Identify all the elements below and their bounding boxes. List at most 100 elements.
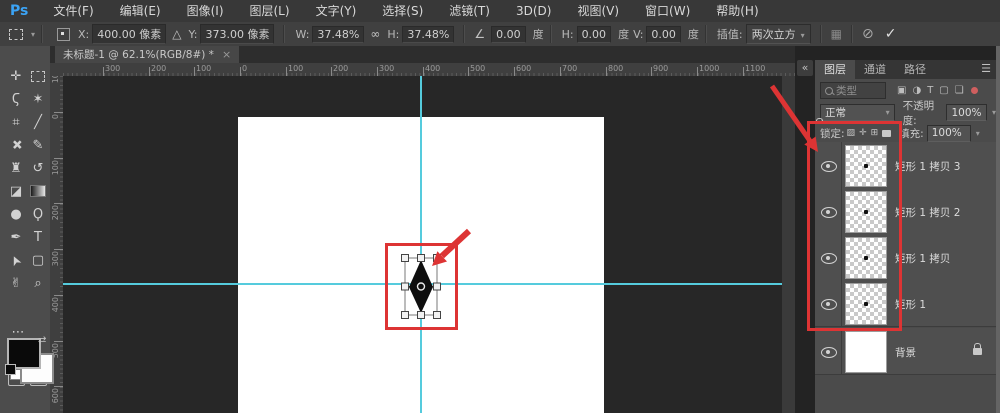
ruler-label: 200	[51, 205, 60, 220]
fill-label: 填充:	[899, 126, 924, 141]
menu-item-滤镜[interactable]: 滤镜(T)	[436, 0, 503, 22]
chevron-down-icon[interactable]: ▾	[976, 129, 980, 138]
filter-kind-icon[interactable]: ◑	[912, 85, 921, 96]
filter-kind-icon[interactable]: T	[927, 85, 933, 96]
history-brush-tool[interactable]: ↺	[28, 158, 48, 178]
ruler-label: 0	[242, 64, 247, 73]
path-select-tool[interactable]: ➤	[6, 250, 26, 270]
skew-h-field[interactable]: 0.00	[577, 26, 612, 43]
type-tool[interactable]: T	[28, 227, 48, 247]
panel-tab-图层[interactable]: 图层	[815, 60, 855, 79]
marquee-tool[interactable]	[28, 66, 48, 86]
filter-toggle-icon[interactable]	[971, 87, 978, 94]
marquee-tool-glyph	[31, 71, 45, 82]
ruler-label: 1100	[745, 64, 765, 73]
layer-name[interactable]: 矩形 1 拷贝 2	[895, 205, 960, 220]
photoshop-window: Ps 文件(F)编辑(E)图像(I)图层(L)文字(Y)选择(S)滤镜(T)3D…	[0, 0, 1000, 413]
clone-stamp-tool[interactable]: ♜	[6, 158, 26, 178]
ruler-tick	[54, 341, 63, 342]
height-field[interactable]: 37.48%	[402, 26, 454, 43]
pen-tool[interactable]: ✒	[6, 227, 26, 247]
panel-tab-路径[interactable]: 路径	[895, 60, 935, 79]
swap-colors-icon[interactable]: ⇄	[38, 335, 46, 346]
tool-preset-icon[interactable]	[6, 24, 26, 44]
layer-row[interactable]: 背景	[815, 328, 996, 375]
move-tool[interactable]: ✛	[6, 66, 26, 86]
opacity-field[interactable]: 100%	[946, 104, 987, 121]
tool-preset-chevron-icon[interactable]: ▾	[31, 30, 35, 39]
blur-tool[interactable]: ●	[6, 204, 26, 224]
relative-position-icon[interactable]: △	[172, 27, 181, 41]
shape-tool[interactable]: ▢	[28, 250, 48, 270]
ruler-tick	[560, 67, 561, 76]
visibility-column	[815, 328, 842, 374]
crop-tool[interactable]: ⌗	[6, 112, 26, 132]
lasso-tool[interactable]: Ϛ	[6, 89, 26, 109]
filter-type-dropdown[interactable]: 类型	[820, 82, 886, 99]
layer-name[interactable]: 矩形 1 拷贝 3	[895, 159, 960, 174]
default-colors-icon[interactable]	[5, 364, 16, 375]
menu-item-图像[interactable]: 图像(I)	[174, 0, 237, 22]
zoom-tool[interactable]: ⌕	[28, 273, 48, 293]
menu-item-窗口[interactable]: 窗口(W)	[632, 0, 703, 22]
fill-field[interactable]: 100%	[927, 125, 971, 142]
hand-tool[interactable]: ✌	[6, 273, 26, 293]
layer-name[interactable]: 矩形 1 拷贝	[895, 251, 950, 266]
layer-name[interactable]: 背景	[895, 345, 916, 360]
skew-v-label: V:	[633, 28, 643, 41]
layer-thumbnail[interactable]	[845, 331, 887, 373]
menu-item-帮助[interactable]: 帮助(H)	[703, 0, 771, 22]
healing-brush-tool[interactable]: ✚	[6, 135, 26, 155]
filter-kind-icon[interactable]: ❏	[955, 85, 964, 96]
ruler-tick	[54, 295, 63, 296]
filter-kind-icon[interactable]: ▣	[897, 85, 906, 96]
menu-item-选择[interactable]: 选择(S)	[369, 0, 436, 22]
rotation-field[interactable]: 0.00	[491, 26, 526, 43]
separator	[851, 25, 853, 43]
eyedropper-tool[interactable]: ╱	[28, 112, 48, 132]
menu-item-编辑[interactable]: 编辑(E)	[107, 0, 174, 22]
blend-mode-dropdown[interactable]: 正常▾	[820, 104, 895, 121]
menu-item-文件[interactable]: 文件(F)	[40, 0, 106, 22]
ruler-corner[interactable]	[50, 63, 64, 77]
options-bar: ▾ X: 400.00 像素 △ Y: 373.00 像素 W: 37.48% …	[0, 22, 1000, 47]
eraser-tool[interactable]: ◪	[6, 181, 26, 201]
menu-bar: Ps 文件(F)编辑(E)图像(I)图层(L)文字(Y)选择(S)滤镜(T)3D…	[0, 0, 1000, 23]
document-tab-bar: 未标题-1 @ 62.1%(RGB/8#) *×	[50, 46, 795, 63]
ruler-label: 900	[653, 64, 668, 73]
transform-tool-icon	[9, 29, 23, 40]
menu-item-3D[interactable]: 3D(D)	[503, 0, 564, 22]
ruler-label: 100	[196, 64, 211, 73]
eye-icon[interactable]	[821, 347, 837, 358]
panel-menu-icon[interactable]: ☰	[981, 62, 991, 75]
x-position-field[interactable]: 400.00 像素	[92, 24, 166, 44]
cancel-transform-icon[interactable]: ⊘	[862, 26, 874, 42]
skew-v-field[interactable]: 0.00	[646, 26, 681, 43]
height-label: H:	[387, 28, 399, 41]
magic-wand-tool[interactable]: ✶	[28, 89, 48, 109]
menu-item-文字[interactable]: 文字(Y)	[303, 0, 370, 22]
reference-point-locator[interactable]	[57, 28, 70, 41]
warp-mode-icon[interactable]: ▦	[831, 27, 842, 41]
close-tab-icon[interactable]: ×	[222, 48, 231, 61]
horizontal-ruler[interactable]: 3002001000100200300400500600700800900100…	[63, 63, 795, 77]
document-tab[interactable]: 未标题-1 @ 62.1%(RGB/8#) *×	[55, 46, 239, 63]
brush-tool[interactable]: ✎	[28, 135, 48, 155]
collapse-panels-button[interactable]: «	[797, 60, 813, 76]
healing-brush-tool-glyph: ✚	[7, 136, 25, 154]
chevron-down-icon[interactable]: ▾	[992, 108, 996, 117]
filter-kind-icon[interactable]: ▢	[939, 85, 948, 96]
y-position-field[interactable]: 373.00 像素	[200, 24, 274, 44]
menu-item-图层[interactable]: 图层(L)	[237, 0, 303, 22]
width-field[interactable]: 37.48%	[312, 26, 364, 43]
panel-tab-通道[interactable]: 通道	[855, 60, 895, 79]
dodge-tool[interactable]: Ϙ	[28, 204, 48, 224]
menu-item-视图[interactable]: 视图(V)	[564, 0, 632, 22]
ruler-tick	[331, 67, 332, 76]
gradient-tool[interactable]	[28, 181, 48, 201]
commit-transform-icon[interactable]: ✓	[885, 26, 897, 42]
link-dimensions-icon[interactable]: ∞	[370, 27, 380, 41]
ruler-tick	[194, 67, 195, 76]
scrollbar-track[interactable]	[782, 76, 795, 413]
interpolation-dropdown[interactable]: 两次立方▾	[746, 24, 811, 44]
